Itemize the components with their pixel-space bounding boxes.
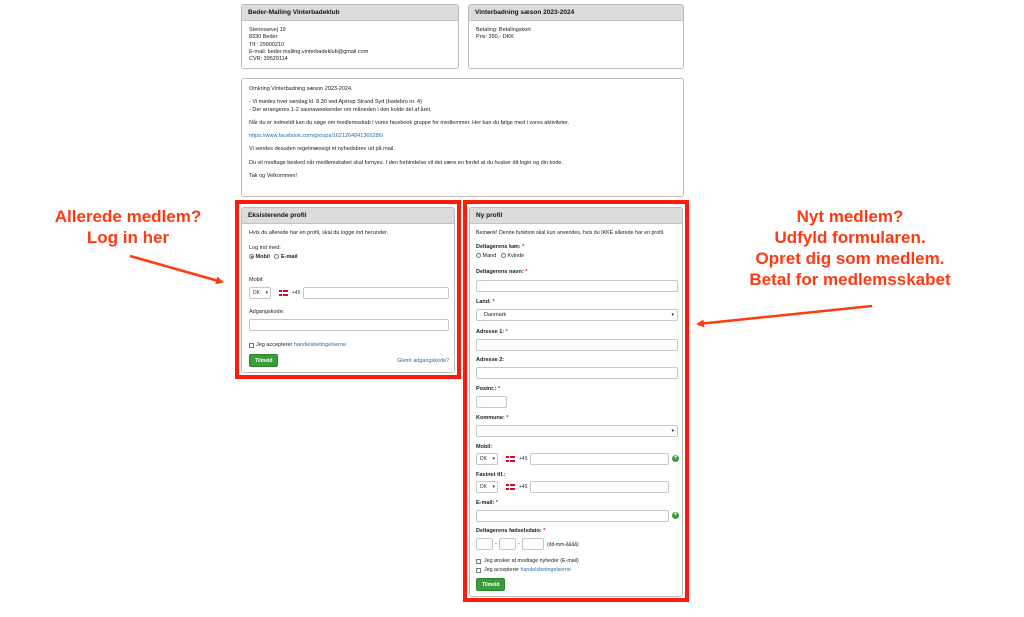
club-address-line: E-mail: beder.malling.vinterbadeklub@gma…	[249, 48, 369, 55]
annotation-left: Allerede medlem? Log in her	[28, 206, 228, 248]
annotation-right-line: Opret dig som medlem.	[755, 249, 945, 268]
info-bullet: - Der arrangeres 1-2 saunaweekender om m…	[249, 106, 432, 113]
existing-profile-highlight	[235, 200, 461, 379]
season-title: Vinterbadning sæson 2023-2024	[469, 5, 683, 21]
arrow-right-icon	[696, 304, 873, 328]
season-panel: Vinterbadning sæson 2023-2024 Betaling: …	[468, 4, 684, 69]
facebook-group-link[interactable]: https://www.facebook.com/groups/16212648…	[249, 133, 676, 140]
club-info-title: Beder-Malling Vinterbadeklub	[242, 5, 458, 21]
club-address-line: Stenrosevej 19	[249, 27, 286, 33]
annotation-right-line: Udfyld formularen.	[774, 228, 926, 247]
info-facebook-text: Når du er indmeldt kan du søge om medlem…	[249, 119, 570, 126]
arrow-left-icon	[129, 254, 224, 285]
season-line: Betaling: Betalingskort	[476, 27, 531, 33]
info-bullet: - Vi mødes hver søndag kl. 8.30 ved Ajst…	[249, 99, 422, 106]
annotation-right-line: Betal for medlemsskabet	[749, 270, 951, 289]
annotation-right-line: Nyt medlem?	[796, 207, 904, 226]
club-info-panel: Beder-Malling Vinterbadeklub Stenrosevej…	[241, 4, 459, 69]
info-welcome-text: Tak og Velkommen!	[249, 173, 297, 180]
club-address-line: 8330 Beder	[249, 34, 278, 41]
season-line: Pris: 350,- DKK	[476, 34, 514, 41]
info-heading: Omkring Vinterbadning sæson 2023-2024.	[249, 86, 353, 92]
club-info-body: Stenrosevej 19 8330 Beder Tlf.: 29900210…	[242, 21, 458, 68]
annotation-left-line: Allerede medlem?	[54, 207, 202, 226]
info-panel: Omkring Vinterbadning sæson 2023-2024. -…	[241, 78, 684, 197]
club-address-line: CVR: 39529114	[249, 56, 288, 63]
annotation-right: Nyt medlem? Udfyld formularen. Opret dig…	[700, 206, 1000, 290]
new-profile-highlight	[463, 200, 689, 602]
info-newsletter-text: Vi sendes desuden regelmæssigt et nyheds…	[249, 146, 395, 153]
annotation-left-line: Log in her	[86, 228, 170, 247]
season-body: Betaling: Betalingskort Pris: 350,- DKK	[469, 21, 683, 48]
info-renewal-text: Du vil modtage besked når medlemskabet s…	[249, 159, 563, 166]
club-address-line: Tlf.: 29900210	[249, 41, 285, 48]
